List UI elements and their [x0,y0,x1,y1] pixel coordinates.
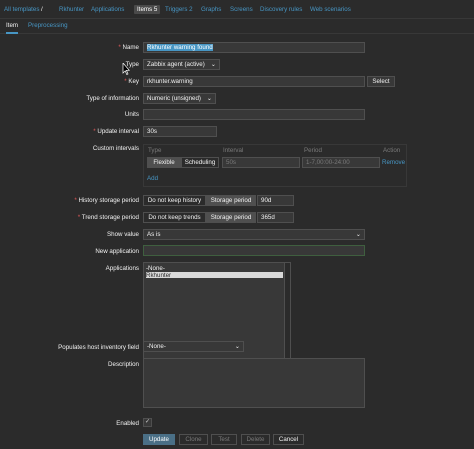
nav-discovery-rules[interactable]: Discovery rules [260,6,302,13]
nav-host-rkhunter[interactable]: Rkhunter [59,6,84,13]
application-option-rkhunter[interactable]: Rkhunter [146,272,283,279]
name-input[interactable]: Rkhunter warning found [143,42,365,53]
enabled-label: Enabled [116,420,139,427]
show-value-label: Show value [107,231,139,238]
trend-storage-label: * Trend storage period [77,214,139,221]
type-of-information-select[interactable]: Numeric (unsigned) ⌄ [143,93,216,104]
item-form: * Name Rkhunter warning found Type Zabbi… [0,34,474,449]
trend-storage-input[interactable]: 365d [257,212,294,223]
trend-storage-period-toggle[interactable]: Storage period [206,212,256,223]
new-application-input[interactable] [143,245,365,256]
clone-button[interactable]: Clone [179,434,208,445]
key-select-button[interactable]: Select [367,76,395,87]
breadcrumb-separator: / [41,6,43,13]
history-storage-period-toggle[interactable]: Storage period [206,195,256,206]
cancel-button[interactable]: Cancel [273,434,304,445]
ci-header-interval: Interval [223,147,244,154]
trend-do-not-keep-toggle[interactable]: Do not keep trends [143,212,206,223]
test-button[interactable]: Test [211,434,237,445]
ci-flexible-toggle[interactable]: Flexible [147,157,181,168]
ci-header-type: Type [148,147,162,154]
inventory-field-select[interactable]: -None- ⌄ [143,341,244,352]
form-tabs: Item Preprocessing [0,19,474,34]
ci-period-input[interactable]: 1-7,00:00-24:00 [302,157,380,168]
nav-items[interactable]: Items 5 [134,5,161,14]
application-option-none[interactable]: -None- [146,265,165,272]
ci-interval-input[interactable]: 50s [222,157,300,168]
key-label: * Key [124,78,139,85]
applications-label: Applications [105,265,139,272]
inventory-field-label: Populates host inventory field [58,344,139,351]
show-value-select[interactable]: As is ⌄ [143,229,365,240]
chevron-down-icon: ⌄ [206,95,212,102]
tab-preprocessing[interactable]: Preprocessing [28,22,68,29]
update-button[interactable]: Update [143,434,175,445]
key-input[interactable]: rkhunter.warning [143,76,365,87]
units-input[interactable] [143,109,365,120]
nav-all-templates[interactable]: All templates [4,6,39,13]
ci-remove-link[interactable]: Remove [382,159,405,166]
nav-triggers[interactable]: Triggers 2 [165,6,193,13]
chevron-down-icon: ⌄ [355,231,361,238]
custom-intervals-label: Custom intervals [92,145,139,152]
nav-applications[interactable]: Applications [91,6,124,13]
chevron-down-icon: ⌄ [210,61,216,68]
description-textarea[interactable] [143,358,365,408]
delete-button[interactable]: Delete [241,434,270,445]
nav-web-scenarios[interactable]: Web scenarios [310,6,351,13]
units-label: Units [124,111,139,118]
ci-header-period: Period [304,147,322,154]
history-storage-input[interactable]: 90d [257,195,294,206]
name-label: * Name [118,44,139,51]
mouse-cursor-icon [122,63,130,75]
history-do-not-keep-toggle[interactable]: Do not keep history [143,195,206,206]
applications-scrollbar[interactable] [284,263,290,364]
tab-item[interactable]: Item [6,22,19,34]
type-select[interactable]: Zabbix agent (active) ⌄ [143,59,220,70]
custom-intervals-table: Type Interval Period Action Flexible Sch… [143,144,407,187]
chevron-down-icon: ⌄ [234,343,240,350]
nav-graphs[interactable]: Graphs [201,6,221,13]
history-storage-label: * History storage period [74,197,139,204]
top-navigation: All templates / Rkhunter Applications It… [0,0,474,19]
type-of-information-label: Type of information [86,95,139,102]
ci-header-action: Action [383,147,401,154]
enabled-checkbox[interactable]: ✓ [143,418,152,427]
ci-scheduling-toggle[interactable]: Scheduling [181,157,219,168]
type-label: Type [125,61,139,68]
nav-screens[interactable]: Screens [230,6,253,13]
new-application-label: New application [95,248,139,255]
ci-add-link[interactable]: Add [147,175,158,182]
description-label: Description [108,361,139,368]
update-interval-input[interactable]: 30s [143,126,217,137]
update-interval-label: * Update interval [93,128,139,135]
